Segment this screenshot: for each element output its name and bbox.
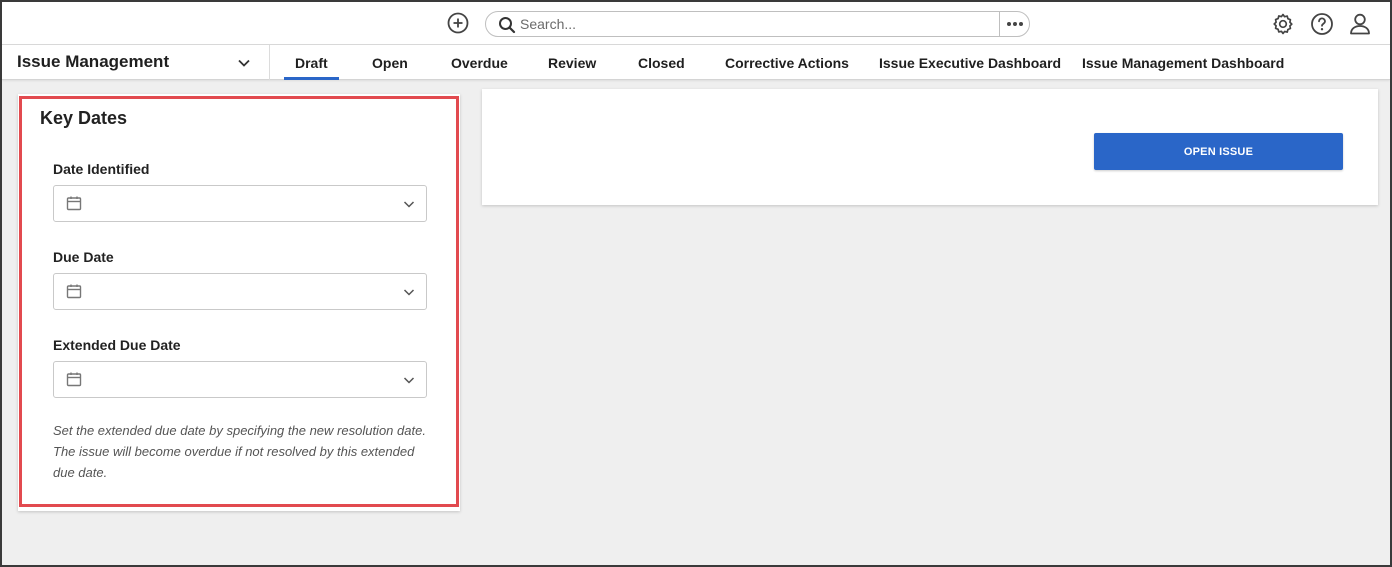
tab-review[interactable]: Review [548,45,596,80]
tab-closed[interactable]: Closed [638,45,685,80]
calendar-icon [66,196,82,211]
user-icon[interactable] [1348,12,1372,36]
gear-icon[interactable] [1271,12,1295,36]
date-identified-label: Date Identified [53,161,150,177]
add-record-button[interactable] [446,11,470,35]
open-issue-button[interactable]: OPEN ISSUE [1094,133,1343,170]
app-switcher[interactable]: Issue Management [2,45,270,80]
chevron-down-icon [403,201,415,208]
key-dates-title: Key Dates [40,108,128,128]
search-input[interactable] [520,15,990,33]
calendar-icon [66,372,82,387]
top-bar [2,2,1390,45]
chevron-down-icon [403,289,415,296]
search-bar[interactable] [485,11,1030,37]
add-circle-icon [447,12,469,34]
app-nav-bar: Issue Management Draft Open Overdue Revi… [2,45,1390,80]
help-icon[interactable] [1310,12,1334,36]
tab-open[interactable]: Open [372,45,408,80]
tab-draft[interactable]: Draft [284,45,339,80]
extended-due-date-field[interactable] [53,361,427,398]
tab-issue-management-dashboard[interactable]: Issue Management Dashboard [1082,45,1284,80]
tab-overdue[interactable]: Overdue [451,45,508,80]
due-date-label: Due Date [53,249,114,265]
chevron-down-icon [238,59,250,67]
date-identified-field[interactable] [53,185,427,222]
calendar-icon [66,284,82,299]
chevron-down-icon [403,377,415,384]
search-icon [499,17,516,34]
extended-due-date-help-text: Set the extended due date by specifying … [53,423,426,480]
more-horizontal-icon [1006,22,1023,26]
app-title: Issue Management [17,52,170,71]
tab-issue-executive-dashboard[interactable]: Issue Executive Dashboard [879,45,1061,80]
due-date-field[interactable] [53,273,427,310]
app-window: Issue Management Draft Open Overdue Revi… [0,0,1392,567]
search-options-button[interactable] [999,12,1029,36]
tab-corrective-actions[interactable]: Corrective Actions [725,45,849,80]
extended-due-date-label: Extended Due Date [53,337,181,353]
